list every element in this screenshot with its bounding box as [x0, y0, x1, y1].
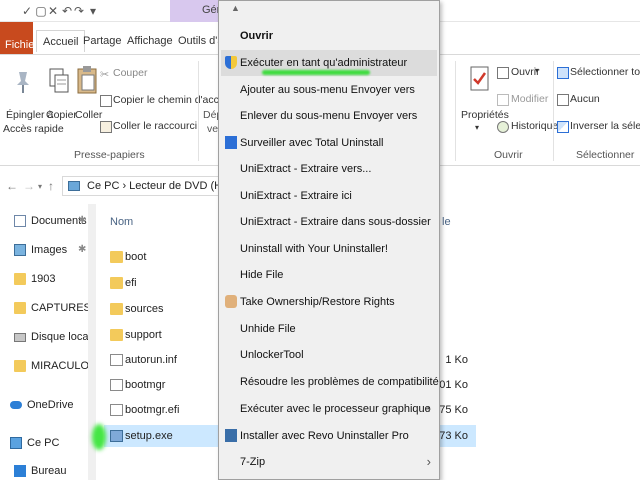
menu-item-open[interactable]: Ouvrir	[221, 23, 437, 49]
pc-icon	[10, 437, 22, 449]
back-arrow-icon[interactable]: ←	[6, 179, 18, 193]
scissors-icon: ✂	[100, 69, 110, 81]
menu-item-hide-file[interactable]: Hide File	[221, 262, 437, 288]
open-dropdown-icon[interactable]: ▾	[535, 66, 539, 75]
navigation-pane: Documents ✱ Images ✱ 1903 CAPTURES WINI …	[0, 204, 118, 480]
menu-item-total-uninstall[interactable]: Surveiller avec Total Uninstall	[221, 130, 437, 156]
folder-icon	[110, 303, 123, 315]
desktop-icon	[14, 465, 26, 477]
menu-item-unhide-file[interactable]: Unhide File	[221, 316, 437, 342]
drive-icon	[14, 333, 26, 342]
select-none-button[interactable]: Aucun	[570, 93, 600, 105]
tab-share[interactable]: Partage	[83, 30, 122, 52]
open-group-label: Ouvrir	[494, 149, 523, 161]
folder-icon	[14, 302, 26, 314]
scroll-up-icon[interactable]: ▲	[231, 3, 240, 13]
settings-file-icon	[110, 354, 123, 366]
tab-view[interactable]: Affichage	[127, 30, 173, 52]
file-icon	[110, 379, 123, 391]
menu-item-uniextract-subfolder[interactable]: UniExtract - Extraire dans sous-dossier	[221, 209, 437, 235]
ownership-icon	[225, 295, 237, 308]
images-icon	[14, 244, 26, 256]
folder-icon	[110, 251, 123, 263]
dropdown-icon[interactable]: ▾	[86, 3, 100, 19]
select-all-icon	[557, 67, 569, 79]
pin-icon[interactable]: ✱	[78, 215, 86, 226]
up-arrow-icon[interactable]: ↑	[48, 179, 54, 193]
open-icon	[497, 67, 509, 79]
revo-icon	[225, 429, 237, 442]
folder-icon	[110, 329, 123, 341]
folder-icon	[14, 273, 26, 285]
invert-selection-button[interactable]: Inverser la sélection	[570, 120, 640, 132]
paste-button[interactable]: Coller	[75, 109, 102, 121]
paste-icon[interactable]	[76, 65, 98, 94]
properties-dropdown-icon[interactable]: ▾	[475, 123, 479, 132]
menu-item-troubleshoot-compat[interactable]: Résoudre les problèmes de compatibilité	[221, 369, 439, 395]
select-group-label: Sélectionner	[576, 149, 635, 161]
properties-icon[interactable]	[469, 65, 491, 91]
move-label-partial-2[interactable]: ve	[207, 123, 218, 135]
copy-button[interactable]: Copier	[46, 109, 77, 121]
folder-icon	[110, 277, 123, 289]
menu-item-your-uninstaller[interactable]: Uninstall with Your Uninstaller!	[221, 236, 437, 262]
pin-label-line2[interactable]: Accès rapide	[3, 123, 64, 135]
menu-item-run-with-gpu[interactable]: Exécuter avec le processeur graphique ›	[221, 396, 437, 422]
submenu-chevron-icon: ›	[426, 454, 431, 469]
green-highlight-marker	[92, 424, 106, 450]
invert-selection-icon	[557, 121, 569, 133]
close-icon[interactable]: ✕	[46, 3, 60, 19]
paste-shortcut-icon	[100, 121, 112, 133]
tab-home[interactable]: Accueil	[36, 30, 86, 52]
menu-item-remove-send-to[interactable]: Enlever du sous-menu Envoyer vers	[221, 103, 437, 129]
forward-arrow-icon[interactable]: →	[23, 179, 35, 193]
history-button[interactable]: Historique	[511, 120, 558, 132]
address-path[interactable]: Ce PC › Lecteur de DVD (H:) CCCOM	[62, 176, 222, 196]
documents-icon	[14, 215, 26, 227]
copy-path-button[interactable]: Copier le chemin d'accès	[113, 94, 230, 106]
pin-icon[interactable]: ✱	[78, 244, 86, 255]
folder-icon	[14, 360, 26, 372]
properties-button[interactable]: Propriétés	[461, 109, 509, 121]
copy-path-icon	[100, 95, 112, 107]
setup-exe-icon	[110, 430, 123, 442]
menu-item-unlocker-tool[interactable]: UnlockerTool	[221, 342, 437, 368]
check-icon[interactable]: ✓	[20, 3, 34, 19]
column-header-name[interactable]: Nom	[110, 216, 133, 228]
select-none-icon	[557, 94, 569, 106]
cut-button[interactable]: Couper	[113, 67, 147, 79]
context-tab-manage[interactable]: Gére	[170, 0, 220, 22]
copy-icon[interactable]	[48, 67, 70, 93]
ribbon-separator	[198, 61, 199, 161]
redo-icon[interactable]: ↷	[72, 3, 86, 19]
menu-item-uniextract-to[interactable]: UniExtract - Extraire vers...	[221, 156, 437, 182]
dvd-drive-icon	[68, 181, 80, 191]
menu-item-take-ownership[interactable]: Take Ownership/Restore Rights	[221, 289, 437, 315]
menu-item-revo-uninstaller[interactable]: Installer avec Revo Uninstaller Pro	[221, 423, 437, 449]
file-size: 1 Ko	[445, 354, 468, 366]
modify-icon	[497, 94, 509, 106]
submenu-chevron-icon: ›	[426, 401, 431, 416]
paste-shortcut-button[interactable]: Coller le raccourci	[113, 120, 197, 132]
green-highlight-underline	[262, 70, 370, 75]
pin-icon[interactable]	[12, 69, 34, 95]
file-size: 73 Ko	[439, 430, 468, 442]
menu-item-7zip[interactable]: 7-Zip ›	[221, 449, 437, 475]
recent-dropdown-icon[interactable]: ▾	[38, 182, 42, 191]
ribbon-separator	[455, 61, 456, 161]
column-header-size[interactable]: le	[442, 216, 451, 228]
history-icon	[497, 121, 509, 133]
modify-button[interactable]: Modifier	[511, 93, 548, 105]
select-all-button[interactable]: Sélectionner tout	[570, 66, 640, 78]
file-icon	[110, 404, 123, 416]
menu-item-uniextract-here[interactable]: UniExtract - Extraire ici	[221, 183, 437, 209]
total-uninstall-icon	[225, 136, 237, 149]
address-path-text: Ce PC › Lecteur de DVD (H:) CCCOM	[87, 180, 222, 192]
clipboard-group-label: Presse-papiers	[74, 149, 145, 161]
ribbon-separator	[553, 61, 554, 161]
menu-item-add-send-to[interactable]: Ajouter au sous-menu Envoyer vers	[221, 77, 437, 103]
shield-icon	[225, 56, 237, 69]
onedrive-icon	[10, 401, 22, 409]
